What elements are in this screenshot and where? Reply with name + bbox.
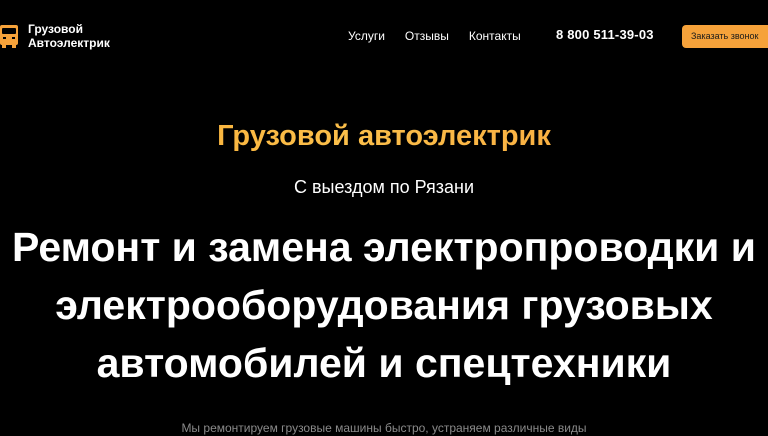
phone-link[interactable]: 8 800 511-39-03 [556, 27, 654, 43]
main-nav: Услуги Отзывы Контакты [348, 28, 521, 44]
site-header: Грузовой Автоэлектрик Услуги Отзывы Конт… [0, 0, 768, 72]
hero-description: Мы ремонтируем грузовые машины быстро, у… [181, 421, 587, 435]
hero-title: Ремонт и замена электропроводки и электр… [0, 218, 768, 392]
logo[interactable]: Грузовой Автоэлектрик [0, 22, 110, 50]
nav-item-contacts[interactable]: Контакты [469, 28, 521, 44]
logo-line-1: Грузовой [28, 22, 83, 36]
logo-line-2: Автоэлектрик [28, 36, 110, 50]
hero-subtitle: С выездом по Рязани [293, 177, 475, 197]
truck-icon [0, 23, 20, 49]
hero-title-line-3: автомобилей и спецтехники [96, 340, 672, 386]
hero-title-line-2: электрооборудования грузовых [55, 282, 713, 328]
hero-kicker: Грузовой автоэлектрик [0, 118, 768, 154]
hero-title-line-1: Ремонт и замена электропроводки и [12, 224, 756, 270]
logo-text: Грузовой Автоэлектрик [28, 22, 110, 50]
request-call-button[interactable]: Заказать звонок [682, 25, 768, 48]
nav-item-services[interactable]: Услуги [348, 28, 385, 44]
nav-item-reviews[interactable]: Отзывы [405, 28, 449, 44]
